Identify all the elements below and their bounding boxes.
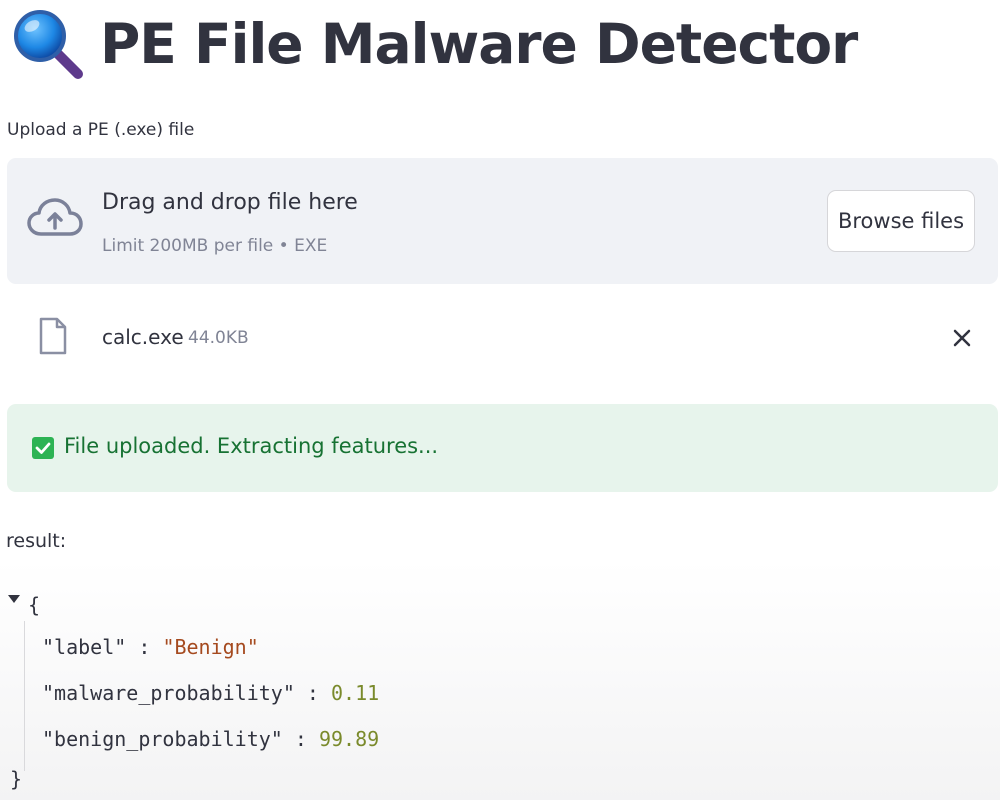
json-close-brace: }: [10, 767, 23, 791]
json-entry-benign-probability: "benign_probability" : 99.89: [42, 727, 379, 751]
json-value: 0.11: [331, 681, 380, 705]
json-open-brace: {: [28, 593, 41, 617]
collapse-caret-icon[interactable]: [8, 595, 20, 603]
json-key: "label": [42, 635, 127, 659]
magnifying-glass-icon: [14, 10, 83, 79]
uploaded-file-row: calc.exe 44.0KB: [0, 300, 1000, 376]
file-icon: [39, 317, 67, 355]
header: PE File Malware Detector: [10, 4, 858, 84]
json-colon: :: [138, 635, 163, 659]
json-entry-malware-probability: "malware_probability" : 0.11: [42, 681, 379, 705]
app-page: PE File Malware Detector Upload a PE (.e…: [0, 0, 1000, 800]
json-colon: :: [306, 681, 332, 705]
page-title: PE File Malware Detector: [100, 12, 858, 76]
file-dropzone[interactable]: Drag and drop file here Limit 200MB per …: [7, 158, 998, 284]
json-colon: :: [294, 727, 319, 751]
json-value: 99.89: [318, 727, 380, 751]
uploader-label: Upload a PE (.exe) file: [7, 120, 195, 140]
dropzone-title: Drag and drop file here: [102, 190, 358, 215]
json-entry-label: "label" : "Benign": [42, 635, 259, 659]
browse-files-button[interactable]: Browse files: [827, 190, 975, 252]
success-alert: File uploaded. Extracting features...: [7, 404, 998, 492]
cloud-upload-icon: [27, 198, 83, 236]
dropzone-limit: Limit 200MB per file • EXE: [102, 236, 328, 256]
check-box-icon: [32, 437, 54, 459]
result-label: result:: [6, 530, 67, 552]
json-key: "malware_probability": [42, 681, 295, 705]
file-size: 44.0KB: [188, 328, 249, 348]
json-key: "benign_probability": [42, 727, 283, 751]
json-indent-guide: [24, 621, 25, 771]
file-name: calc.exe: [102, 325, 184, 349]
close-icon[interactable]: [946, 322, 978, 354]
json-value: "Benign": [162, 635, 259, 659]
success-message: File uploaded. Extracting features...: [64, 434, 439, 458]
